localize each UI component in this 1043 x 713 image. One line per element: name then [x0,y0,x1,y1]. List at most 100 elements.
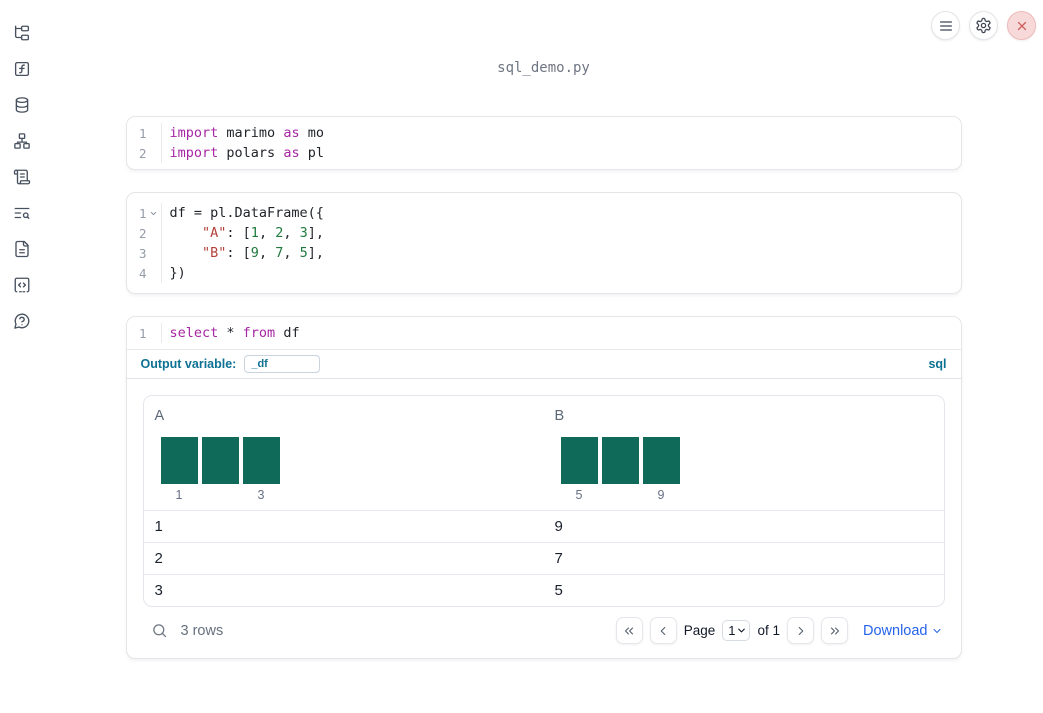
chevrons-left-icon [625,627,634,634]
table-search-button[interactable] [151,622,168,639]
output-variable-bar: Output variable: sql [126,350,961,379]
sidebar-item-snippets[interactable] [13,276,31,294]
dataframe-table: A13B59 192735 [142,395,945,607]
code-lines: df = pl.DataFrame({ "A": [1, 2, 3], "B":… [162,203,325,283]
table-row: 35 [143,574,944,606]
sidebar-item-logs[interactable] [13,168,31,186]
database-icon [15,97,29,113]
histogram-bar[interactable] [160,437,198,484]
histogram-axis-labels: 13 [161,488,534,502]
histogram-bar[interactable] [242,437,280,484]
column-histogram [160,437,534,484]
histogram-axis-label: 3 [257,488,265,502]
histogram-bar[interactable] [642,437,680,484]
fold-gutter-space [147,266,161,280]
code-line: import polars as pl [169,145,324,161]
code-editor[interactable]: 1 2 3 4 df = pl.DataFrame({ "A": [1, 2, 3], … [127,193,961,293]
sidebar-item-help[interactable] [13,312,31,330]
snippets-icon [14,277,30,293]
code-cell-imports: 1 2 import marimo as mo import polars as pl [125,116,962,170]
table-column-header: A13 [144,396,544,510]
cell-output: A13B59 192735 3 rows Page 1 of 1 Downloa… [127,379,961,658]
code-line: select * from df [169,325,300,341]
code-line: df = pl.DataFrame({ [169,205,324,221]
prev-page-button[interactable] [649,617,677,644]
table-cell: 5 [554,582,563,599]
fold-gutter-space [147,326,161,340]
dependency-graph-icon [14,133,30,149]
histogram-axis-label: 5 [575,488,583,502]
histogram-axis-label: 1 [175,488,183,502]
gear-icon [976,17,991,34]
settings-button[interactable] [969,11,998,40]
code-cell-dataframe: 1 2 3 4 df = pl.DataFrame({ "A": [1, 2, 3], … [125,192,962,294]
line-number: 4 [138,265,147,281]
sql-editor[interactable]: 1 select * from df [126,317,961,350]
hamburger-menu-icon [939,20,952,31]
column-name[interactable]: A [155,408,534,424]
fold-chevron-icon[interactable] [147,206,161,220]
line-number: 2 [138,145,147,161]
sql-language-badge: sql [928,357,947,371]
column-histogram [560,437,934,484]
page-select[interactable]: 1 [722,620,751,641]
cell-list: 1 2 import marimo as mo import polars as pl… [125,116,962,659]
notebook-filename[interactable]: sql_demo.py [44,60,1043,76]
code-line: "B": [9, 7, 5], [202,245,325,261]
download-label: Download [863,622,928,639]
page-select-value: 1 [728,623,736,638]
table-footer: 3 rows Page 1 of 1 Download [143,617,945,644]
chevron-down-icon [150,211,157,215]
table-cell: 1 [154,518,163,535]
table-row: 19 [143,510,944,542]
sidebar-item-file-explorer[interactable] [13,24,31,42]
function-square-icon [14,61,30,77]
fold-gutter-space [147,246,161,260]
code-lines: select * from df [162,323,300,343]
code-editor[interactable]: 1 2 import marimo as mo import polars as pl [127,117,961,169]
notebook: sql_demo.py 1 2 import marimo as mo import … [44,0,1043,659]
line-number: 1 [138,125,147,141]
download-button[interactable]: Download [863,623,943,639]
code-line: }) [169,265,186,281]
chevrons-right-icon [830,627,839,634]
document-icon [15,240,29,258]
line-number: 1 [138,325,147,341]
table-cell: 2 [154,550,163,567]
column-name[interactable]: B [555,408,934,424]
line-number: 3 [138,245,147,261]
sidebar-item-find[interactable] [13,204,31,222]
last-page-button[interactable] [821,617,848,644]
table-column-header: B 5 9 [544,396,944,510]
fold-gutter-space [147,126,161,140]
output-variable-input[interactable] [244,355,321,373]
fold-gutter-space [147,146,161,160]
histogram-axis-label: 9 [657,488,665,502]
first-page-button[interactable] [615,617,643,644]
histogram-bar[interactable] [201,437,239,484]
page-label: Page [683,623,716,638]
next-page-button[interactable] [787,617,814,644]
sql-cell: 1 select * from df Output variable: sql A… [125,316,962,659]
row-count: 3 rows [180,622,224,639]
notebook-menu-button[interactable] [931,11,960,40]
sidebar-item-dependencies[interactable] [13,132,31,150]
line-number: 2 [138,225,147,241]
table-row: 27 [143,542,944,574]
shutdown-button[interactable] [1007,11,1036,40]
close-icon [1017,21,1026,30]
sidebar-item-datasources[interactable] [13,96,31,114]
histogram-axis-label [602,488,639,502]
line-number-gutter: 1 2 3 4 [127,203,162,283]
line-number-gutter: 12 [127,123,162,163]
text-search-icon [14,207,30,219]
sidebar-item-documentation[interactable] [13,240,31,258]
histogram-bar[interactable] [560,437,598,484]
sidebar-item-variables[interactable] [13,60,31,78]
help-icon [14,313,30,329]
chevron-right-icon [798,626,803,635]
code-lines: import marimo as mo import polars as pl [162,123,324,163]
histogram-bar[interactable] [601,437,639,484]
fold-gutter-space [147,226,161,240]
table-header: A13B59 [144,396,944,510]
